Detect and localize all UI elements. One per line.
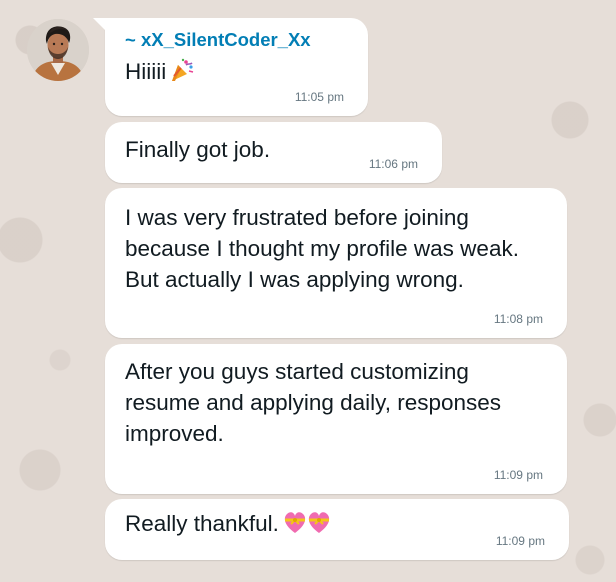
message-bubble[interactable]: I was very frustrated before joining bec…: [105, 188, 567, 338]
heart-with-ribbon-icon: [282, 509, 334, 543]
message-bubble[interactable]: After you guys started customizing resum…: [105, 344, 567, 494]
message-text: Really thankful.: [125, 508, 549, 543]
sender-avatar[interactable]: [27, 19, 89, 81]
message-timestamp: 11:05 pm: [294, 90, 344, 104]
message-timestamp: 11:09 pm: [495, 534, 545, 548]
message-text: I was very frustrated before joining bec…: [125, 205, 519, 292]
message-timestamp: 11:08 pm: [493, 312, 543, 326]
message-timestamp: 11:06 pm: [368, 157, 418, 171]
bubble-tail: [93, 18, 106, 31]
sender-name[interactable]: ~ xX_SilentCoder_Xx: [125, 28, 348, 52]
message-text: After you guys started customizing resum…: [125, 359, 502, 446]
message-bubble[interactable]: Finally got job. 11:06 pm: [105, 122, 442, 183]
message-bubble[interactable]: Really thankful. 11:09 pm: [105, 499, 569, 560]
party-popper-icon: [169, 57, 195, 91]
message-bubble[interactable]: ~ xX_SilentCoder_Xx Hiiiii 11:05 pm: [93, 18, 368, 116]
message-text: Hiiiii: [125, 56, 348, 91]
message-timestamp: 11:09 pm: [493, 468, 543, 482]
